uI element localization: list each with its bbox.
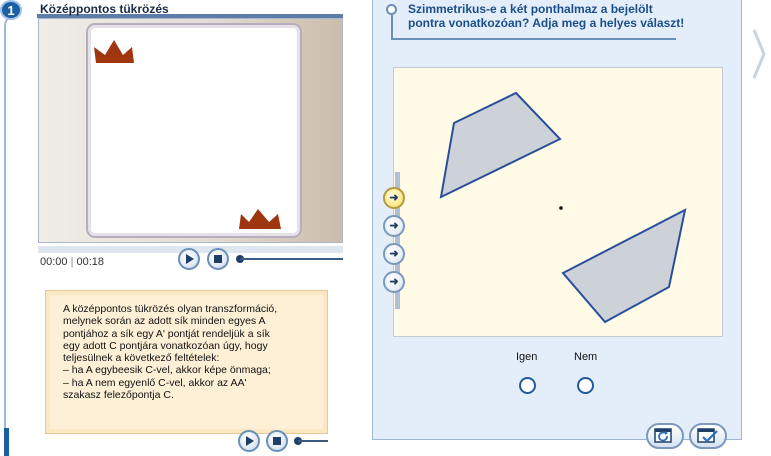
explanation-line: – ha A egybeesik C-vel, akkor képe önmag… — [63, 364, 271, 377]
figure-step-button-4[interactable]: ➜ — [383, 271, 405, 293]
check-button[interactable] — [689, 423, 727, 449]
lesson-number-badge: 1 — [0, 0, 22, 20]
figure-step-button-2[interactable]: ➜ — [383, 215, 405, 237]
video-time: 00:00 | 00:18 — [40, 256, 105, 268]
figure-step-button-1[interactable]: ➜ — [383, 187, 405, 209]
crown-shapes — [94, 40, 281, 229]
option-yes-label: Igen — [516, 351, 538, 363]
next-page-icon[interactable] — [752, 28, 766, 80]
selection-marker — [4, 428, 9, 456]
arrow-right-icon: ➜ — [389, 275, 399, 288]
refresh-window-icon — [654, 428, 672, 443]
polygon-lower — [561, 208, 687, 324]
stop-icon — [273, 437, 281, 445]
audio-volume-slider[interactable] — [298, 440, 328, 442]
stop-icon — [214, 255, 222, 263]
explanation-line: A középpontos tükrözés olyan transzformá… — [63, 303, 278, 315]
explanation-line: teljesülnek a következő feltételek: — [63, 352, 220, 365]
arrow-right-icon: ➜ — [389, 247, 399, 260]
left-frame-border — [4, 14, 20, 454]
time-total: 00:18 — [76, 256, 105, 268]
audio-play-button[interactable] — [238, 430, 260, 452]
video-play-button[interactable] — [178, 248, 200, 270]
video-volume-slider[interactable] — [240, 258, 343, 260]
explanation-text: A középpontos tükrözés olyan transzformá… — [63, 303, 318, 401]
explanation-line: – ha A nem egyenlő C-vel, akkor az AA' — [63, 376, 247, 389]
center-point — [559, 206, 563, 210]
explanation-line: pontjához a sík egy A' pontját rendeljük… — [63, 327, 270, 340]
video-stop-button[interactable] — [207, 248, 229, 270]
question-line-1: Szimmetrikus-e a két ponthalmaz a bejelö… — [408, 2, 653, 16]
audio-stop-button[interactable] — [266, 430, 288, 452]
check-window-icon — [697, 428, 718, 443]
explanation-line: egy adott C pontjára vonatkozóan úgy, ho… — [63, 339, 268, 352]
figure-step-button-3[interactable]: ➜ — [383, 243, 405, 265]
lesson-title: Középpontos tükrözés — [40, 2, 169, 16]
polygon-upper — [439, 91, 562, 199]
option-no-label: Nem — [574, 351, 598, 363]
play-icon — [186, 254, 194, 264]
explanation-line: szakasz felezőpontja C. — [63, 389, 174, 402]
option-no-radio[interactable] — [577, 377, 594, 394]
arrow-right-icon: ➜ — [389, 191, 399, 204]
play-icon — [246, 436, 254, 446]
reset-button[interactable] — [646, 423, 684, 449]
question-bullet-icon — [386, 4, 397, 15]
question-connector — [391, 15, 393, 39]
arrow-right-icon: ➜ — [389, 219, 399, 232]
explanation-line: melynek során az adott sík minden egyes … — [63, 315, 266, 328]
crown-top-icon — [94, 40, 134, 63]
time-current: 00:00 — [40, 256, 68, 268]
question-line-2: pontra vonatkozóan? Adja meg a helyes vá… — [408, 16, 685, 30]
figure-shapes — [439, 91, 687, 324]
option-yes-radio[interactable] — [519, 377, 536, 394]
crown-bottom-icon — [239, 209, 281, 229]
question-text: Szimmetrikus-e a két ponthalmaz a bejelö… — [408, 2, 708, 30]
video-player[interactable] — [38, 18, 343, 243]
question-underline — [391, 38, 676, 40]
